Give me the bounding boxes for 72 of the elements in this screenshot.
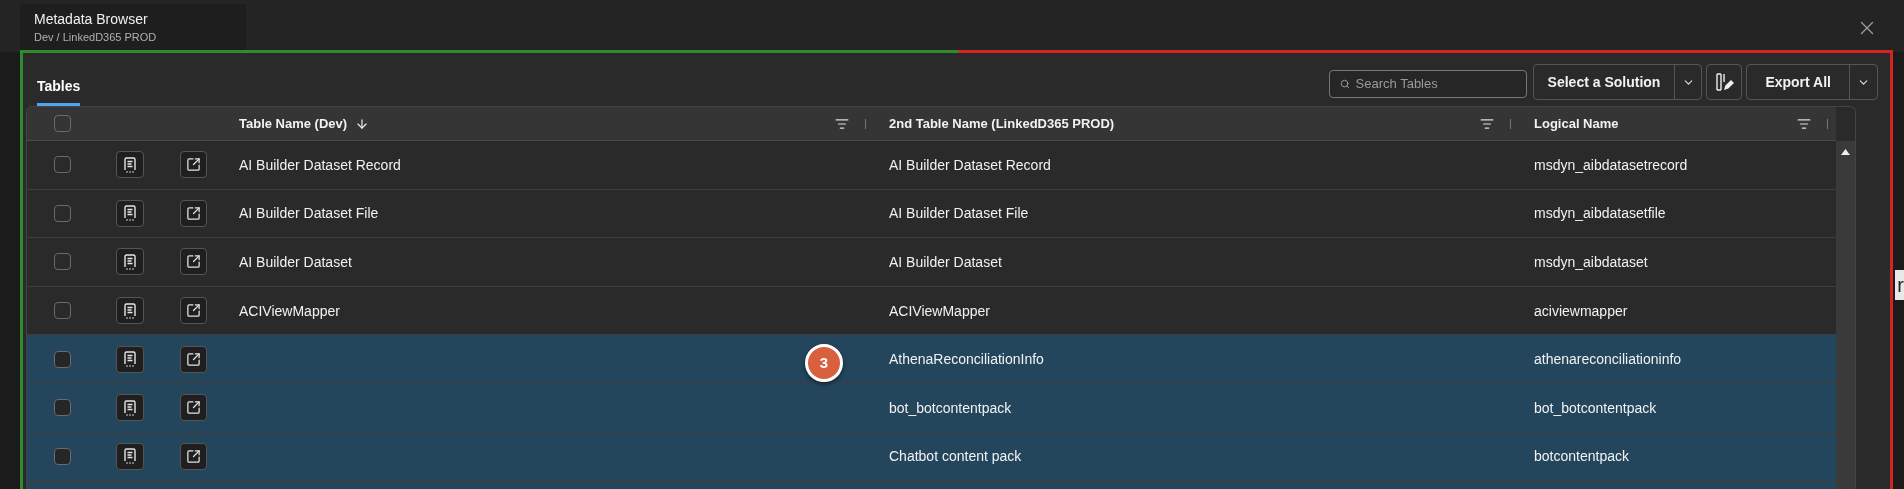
open-link-button[interactable] [179,345,207,373]
details-button[interactable] [115,297,144,325]
table-cell: AI Builder Dataset File [239,205,379,222]
table-cell: AI Builder Dataset File [889,205,1029,222]
details-icon [121,350,138,369]
document-tab[interactable]: Metadata Browser Dev / LinkedD365 PROD [20,4,246,52]
filter-icon[interactable] [1480,116,1494,131]
table-cell: AI Builder Dataset [239,254,352,270]
column-header[interactable]: 2nd Table Name (LinkedD365 PROD) [889,113,1115,134]
open-link-button[interactable] [179,394,207,422]
search-input[interactable]: Search Tables [1355,73,1516,94]
row-checkbox[interactable] [53,399,71,417]
open-link-button[interactable] [179,151,207,179]
open-link-icon [185,448,201,464]
scroll-up-icon[interactable] [1841,149,1850,155]
open-link-button[interactable] [179,199,207,227]
table-cell: AI Builder Dataset [889,254,1002,270]
table-cell: Chatbot content pack [889,448,1022,465]
details-icon [121,204,138,223]
table-cell: bot_botcontentpack [889,399,1012,416]
open-link-button[interactable] [179,297,207,325]
scrollbar[interactable] [1836,141,1855,489]
open-link-icon [185,303,201,319]
table-cell: botcontentpack [1534,448,1629,465]
tab-subtitle: Dev / LinkedD365 PROD [34,30,158,45]
table-cell: bot_botcontentpack [1534,399,1657,416]
table-cell: athenareconciliationinfo [1534,351,1682,368]
table-cell: AI Builder Dataset Record [239,156,401,173]
open-link-button[interactable] [179,442,207,470]
open-link-icon [185,254,201,270]
row-checkbox[interactable] [53,350,71,368]
table-cell: msdyn_aibdataset [1534,254,1648,270]
table-cell: ACIViewMapper [889,302,990,319]
table-cell: aciviewmapper [1534,302,1628,319]
row-checkbox[interactable] [53,447,71,465]
table-row[interactable]: Chatbot content pack botcontentpack [27,432,1836,482]
open-link-icon [185,351,201,367]
column-edit-button[interactable] [1706,64,1743,100]
open-link-icon [185,157,201,173]
background-text: r [1895,270,1904,300]
row-checkbox[interactable] [53,115,71,132]
details-icon [121,301,138,320]
row-checkbox[interactable] [53,156,71,174]
table-row[interactable]: bot_botcontentpack bot_botcontentpack [27,383,1836,433]
details-button[interactable] [115,199,144,227]
filter-icon[interactable] [1797,116,1811,131]
details-button[interactable] [115,151,144,179]
details-icon [121,398,138,417]
column-edit-icon [1714,72,1735,92]
search-field[interactable]: Search Tables [1328,69,1527,98]
table-cell: ACIViewMapper [239,302,340,319]
row-checkbox[interactable] [53,204,71,222]
details-icon [121,447,138,466]
details-button[interactable] [115,345,144,373]
row-checkbox[interactable] [53,302,71,320]
open-link-icon [185,400,201,416]
tab-title: Metadata Browser [34,10,149,29]
column-header[interactable]: Logical Name [1534,113,1619,134]
open-link-button[interactable] [179,248,207,276]
table-cell: AI Builder Dataset Record [889,156,1051,173]
details-button[interactable] [115,394,144,422]
table-cell: msdyn_aibdatasetrecord [1534,156,1688,173]
column-header[interactable]: Table Name (Dev) [239,113,348,134]
table-cell: msdyn_aibdatasetfile [1534,205,1666,222]
details-icon [121,155,138,174]
details-icon [121,253,138,271]
open-link-icon [185,205,201,221]
details-button[interactable] [115,248,144,276]
details-button[interactable] [115,442,144,470]
row-checkbox[interactable] [53,253,71,271]
table-cell: AthenaReconciliationInfo [889,351,1044,368]
filter-icon[interactable] [835,116,849,131]
